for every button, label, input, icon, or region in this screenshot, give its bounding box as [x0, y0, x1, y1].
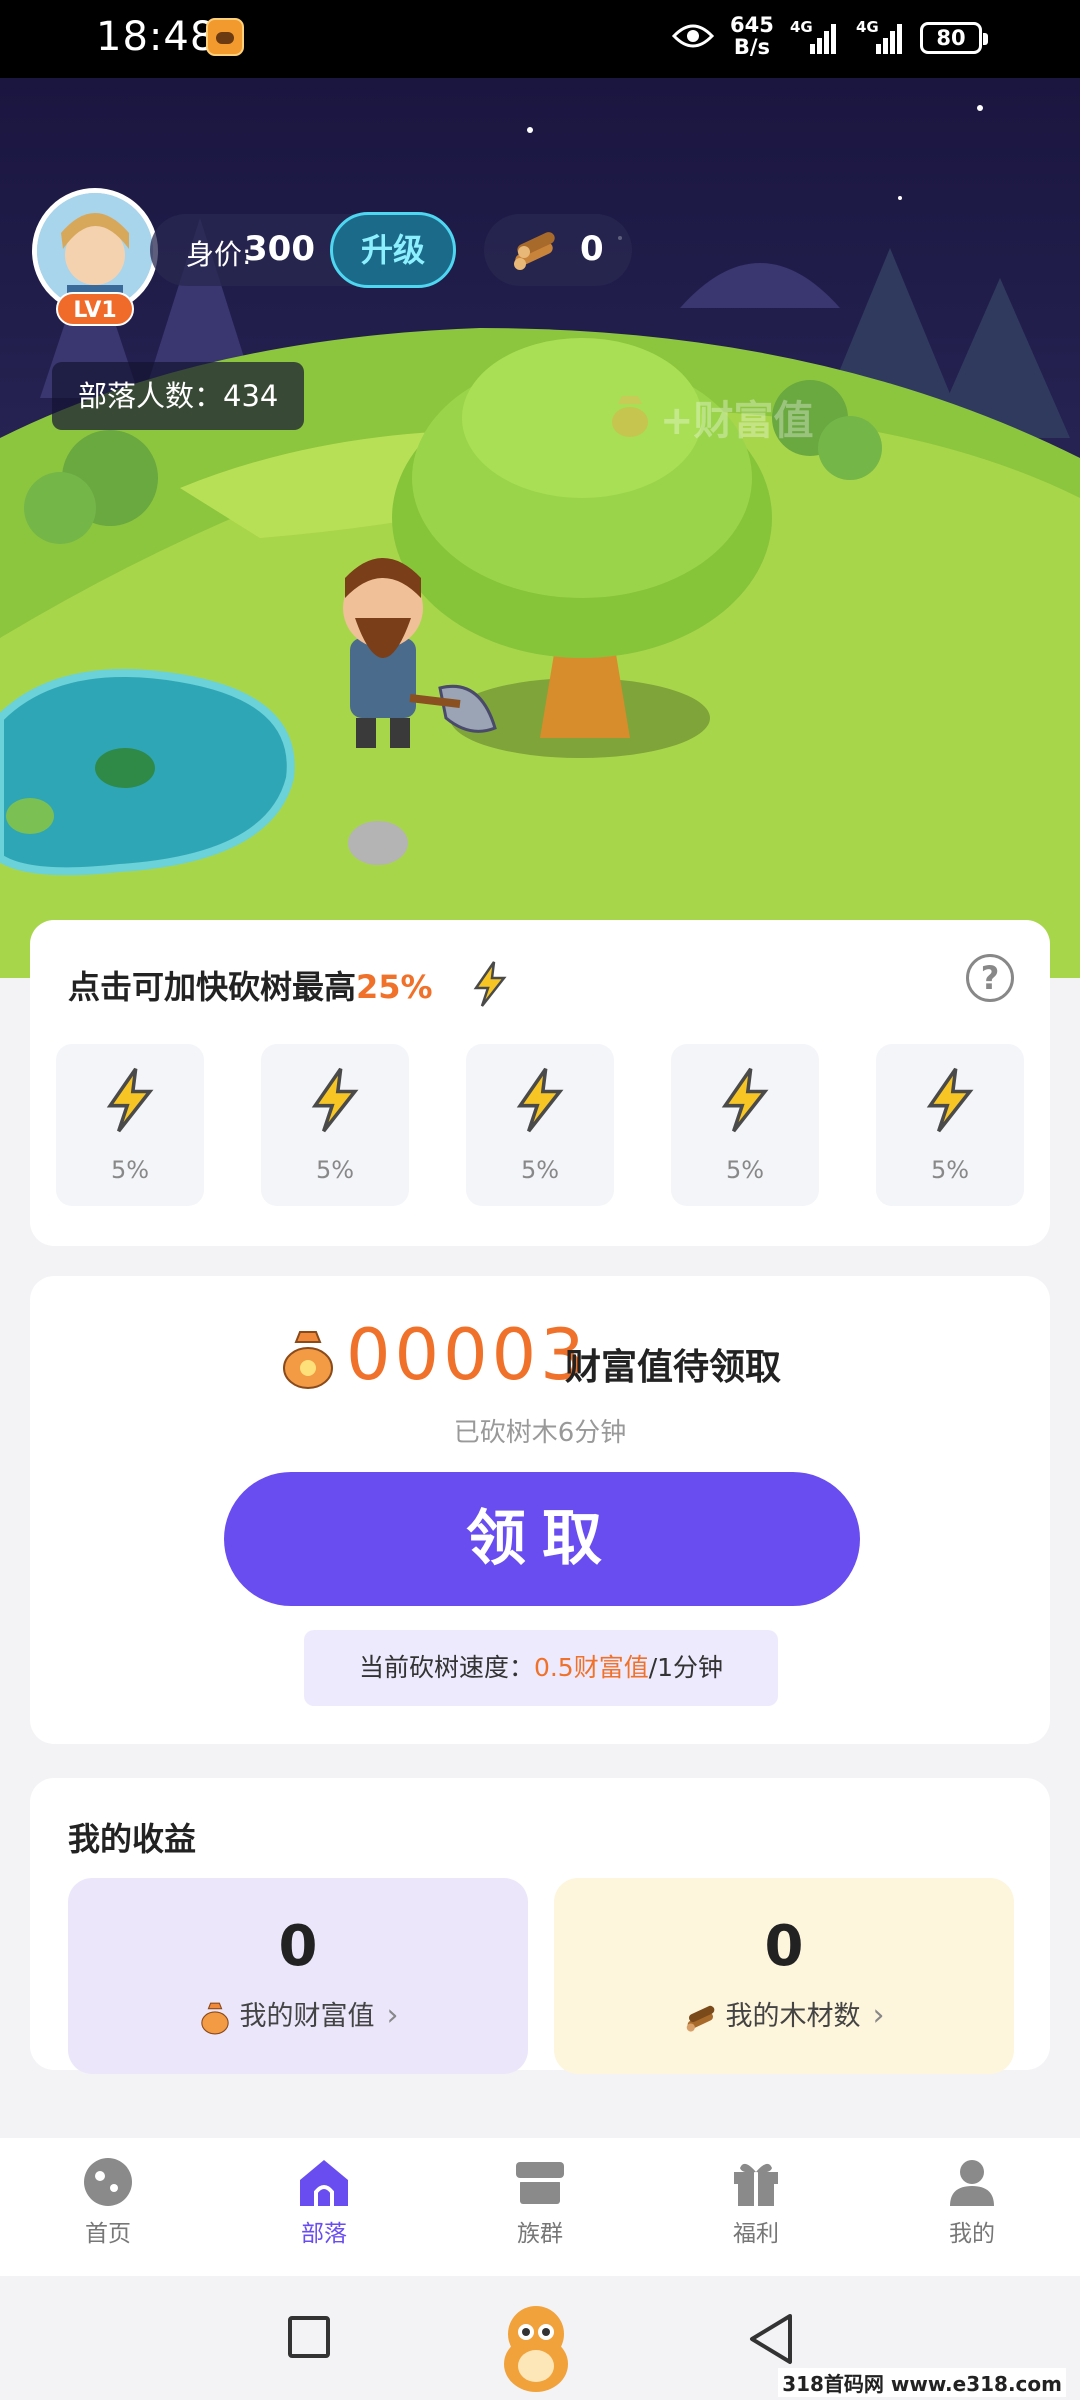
- speed-boost-card: 点击可加快砍树最高25% ? 5% 5% 5% 5% 5%: [30, 920, 1050, 1246]
- system-nav-bar: 318首码网 www.e318.com: [0, 2276, 1080, 2400]
- net-speed-unit: B/s: [733, 35, 771, 59]
- lightning-icon: [106, 1067, 154, 1133]
- help-icon[interactable]: ?: [966, 954, 1014, 1002]
- speed-boost-title: 点击可加快砍树最高25%: [68, 962, 433, 1008]
- boost-label: 5%: [930, 1156, 970, 1184]
- boost-label: 5%: [520, 1156, 560, 1184]
- my-wealth-link[interactable]: 我的财富值 ›: [68, 1994, 528, 2035]
- lightning-icon: [926, 1067, 974, 1133]
- scene-illustration: [0, 105, 1080, 978]
- tribe-member-count: 部落人数：434: [52, 362, 305, 430]
- my-wealth-label: 我的财富值: [239, 2001, 375, 2032]
- speed-title-pct: 25%: [356, 968, 433, 1006]
- shop-icon: [516, 2162, 564, 2204]
- upgrade-button[interactable]: 升级: [330, 212, 456, 288]
- back-icon[interactable]: [746, 2312, 796, 2366]
- boost-button-3[interactable]: 5%: [466, 1044, 614, 1206]
- forest-scene[interactable]: LV1 身价: 300 升级 0 部落人数：434 +财富值: [0, 78, 1080, 978]
- lightning-icon: [473, 961, 507, 1007]
- rate-value: 0.5财富值: [533, 1653, 649, 1682]
- my-wood-label: 我的木材数: [725, 2001, 861, 2032]
- nav-label: 族群: [517, 2221, 563, 2247]
- planet-icon: [84, 2158, 132, 2206]
- money-bag-icon: [200, 2002, 229, 2034]
- signal-icon-2: [876, 24, 902, 54]
- wealth-counter: 00003: [346, 1314, 589, 1396]
- boost-button-2[interactable]: 5%: [261, 1044, 409, 1206]
- speed-title-text: 点击可加快砍树最高: [68, 968, 357, 1006]
- gift-icon: [734, 2163, 778, 2206]
- money-bag-icon: [283, 1331, 333, 1389]
- rate-prefix: 当前砍树速度：: [358, 1653, 534, 1682]
- nav-item-group[interactable]: 族群: [480, 2154, 600, 2248]
- boost-button-5[interactable]: 5%: [876, 1044, 1024, 1206]
- eye-icon: [672, 24, 714, 48]
- network-speed: 645 B/s: [730, 14, 774, 58]
- my-wealth-box[interactable]: 0 我的财富值 ›: [68, 1878, 528, 2074]
- watermark: 318首码网 www.e318.com: [778, 2368, 1066, 2397]
- status-time: 18:48: [96, 14, 217, 60]
- my-wealth-number: 0: [278, 1914, 318, 1979]
- chevron-right-icon: ›: [872, 1998, 885, 2033]
- level-badge: LV1: [56, 292, 134, 326]
- my-wood-link[interactable]: 我的木材数 ›: [554, 1994, 1014, 2035]
- nav-label: 部落: [301, 2221, 347, 2247]
- earnings-title: 我的收益: [68, 1820, 197, 1858]
- value-label: 身价:: [186, 238, 252, 271]
- my-wood-box[interactable]: 0 我的木材数 ›: [554, 1878, 1014, 2074]
- nav-item-welfare[interactable]: 福利: [696, 2154, 816, 2248]
- lightning-icon: [311, 1067, 359, 1133]
- mascot-icon[interactable]: [486, 2294, 586, 2394]
- signal-icon-1: [810, 24, 836, 54]
- rate-suffix: /1分钟: [648, 1653, 724, 1682]
- net-speed-value: 645: [730, 13, 774, 37]
- lightning-icon: [516, 1067, 564, 1133]
- boost-label: 5%: [110, 1156, 150, 1184]
- wealth-float-text: +财富值: [660, 398, 814, 444]
- recent-apps-button[interactable]: [288, 2316, 330, 2358]
- boost-row: 5% 5% 5% 5% 5%: [56, 1044, 1024, 1206]
- claim-button[interactable]: 领取: [224, 1472, 860, 1606]
- boost-button-4[interactable]: 5%: [671, 1044, 819, 1206]
- user-avatar-group[interactable]: LV1: [32, 188, 158, 326]
- app-notification-icon: [206, 18, 244, 56]
- wood-logs-icon: [686, 2005, 714, 2032]
- money-bag-icon: [612, 396, 648, 437]
- value-number: 300: [244, 229, 315, 269]
- earnings-card: 我的收益 0 我的财富值 › 0 我的木材数 ›: [30, 1778, 1050, 2074]
- nav-item-home[interactable]: 首页: [48, 2154, 168, 2248]
- chop-rate-box: 当前砍树速度：0.5财富值/1分钟: [304, 1630, 778, 1706]
- lightning-icon: [721, 1067, 769, 1133]
- boost-label: 5%: [725, 1156, 765, 1184]
- nav-label: 福利: [733, 2221, 779, 2247]
- nav-item-tribe[interactable]: 部落: [264, 2154, 384, 2248]
- wealth-pending-label: 财富值待领取: [565, 1347, 782, 1388]
- boost-button-1[interactable]: 5%: [56, 1044, 204, 1206]
- nav-item-mine[interactable]: 我的: [912, 2154, 1032, 2248]
- wood-logs-icon: [514, 232, 555, 270]
- my-wood-number: 0: [764, 1914, 804, 1979]
- chevron-right-icon: ›: [386, 1998, 399, 2033]
- user-icon: [950, 2160, 994, 2206]
- bottom-nav: 首页 部落 族群 福利 我的: [0, 2138, 1080, 2276]
- wealth-claim-card: 00003 财富值待领取 已砍树木6分钟 领取 当前砍树速度：0.5财富值/1分…: [30, 1276, 1050, 1744]
- status-bar: 18:48 645 B/s 4G 4G 80: [0, 0, 1080, 78]
- wood-count: 0: [580, 229, 604, 269]
- home-icon: [300, 2160, 348, 2206]
- nav-label: 首页: [85, 2221, 131, 2247]
- battery-icon: 80: [920, 22, 988, 54]
- nav-label: 我的: [949, 2221, 995, 2247]
- boost-label: 5%: [315, 1156, 355, 1184]
- chop-duration: 已砍树木6分钟: [453, 1418, 627, 1448]
